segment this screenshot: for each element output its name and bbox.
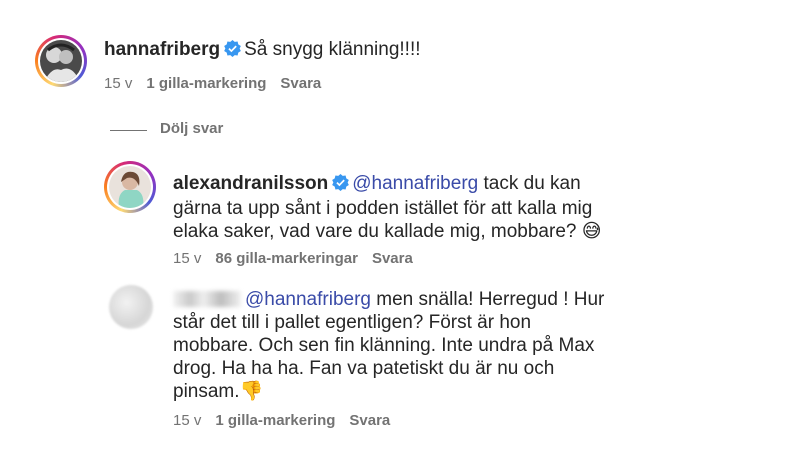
reply-button[interactable]: Svara [372,250,413,267]
timestamp: 15 v [173,250,202,267]
comment-text: Så snygg klänning!!!! [244,39,421,60]
mention-link[interactable]: @hannafriberg [245,289,371,310]
comment-meta: 15 v 86 gilla-markeringar Svara [173,250,427,267]
comment-body: @hannafriberg men snälla! Herregud ! Hur… [173,288,613,403]
likes-count-link[interactable]: 1 gilla-markering [215,412,335,429]
verified-badge-icon [224,40,241,63]
mention-link[interactable]: @hannafriberg [352,173,478,194]
avatar[interactable] [35,35,87,87]
reply-button[interactable]: Svara [349,412,390,429]
likes-count-link[interactable]: 86 gilla-markeringar [215,250,358,267]
profile-photo-icon [40,40,82,82]
comment-meta: 15 v 1 gilla-markering Svara [173,412,404,429]
avatar[interactable] [109,285,153,329]
profile-photo-icon [109,166,151,208]
hide-replies-button[interactable]: Dölj svar [160,120,223,137]
comment-body: hannafriberg Så snygg klänning!!!! [104,38,764,63]
replies-divider [110,130,147,131]
blurred-username [173,291,241,307]
username-link[interactable]: alexandranilsson [173,173,328,194]
avatar[interactable] [104,161,156,213]
comment-body: alexandranilsson @hannafriberg tack du ka… [173,172,613,243]
timestamp: 15 v [104,75,133,92]
username-link[interactable]: hannafriberg [104,39,220,60]
timestamp: 15 v [173,412,202,429]
reply-button[interactable]: Svara [280,75,321,92]
likes-count-link[interactable]: 1 gilla-markering [146,75,266,92]
verified-badge-icon [332,174,350,197]
comment-meta: 15 v 1 gilla-markering Svara [104,75,335,92]
